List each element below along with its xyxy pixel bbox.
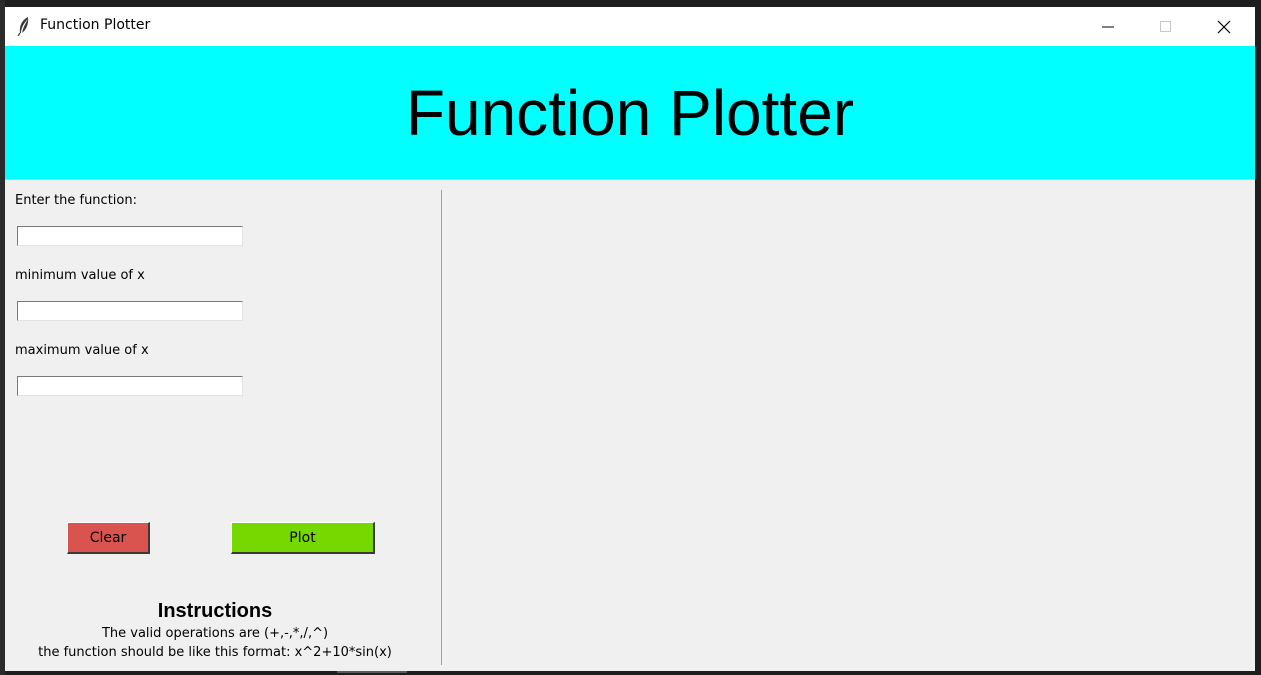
taskbar-indicator [337, 671, 407, 673]
desktop: Function Plotter Function Plotter Enter … [0, 0, 1261, 675]
banner-title: Function Plotter [405, 76, 855, 149]
plot-button-label: Plot [289, 529, 316, 546]
close-button[interactable] [1195, 7, 1253, 46]
clear-button-label: Clear [89, 529, 127, 546]
function-input[interactable] [17, 226, 243, 246]
title-bar[interactable]: Function Plotter [5, 7, 1255, 46]
instructions-title: Instructions [157, 600, 273, 622]
max-x-input[interactable] [17, 376, 243, 396]
plot-canvas[interactable] [443, 180, 1255, 671]
header-banner: Function Plotter [5, 46, 1255, 179]
minimize-icon [1102, 26, 1114, 27]
close-icon [1217, 20, 1231, 33]
minimize-button[interactable] [1079, 7, 1137, 46]
function-label: Enter the function: [15, 193, 137, 208]
clear-button[interactable]: Clear [67, 522, 150, 554]
window-title: Function Plotter [40, 17, 151, 33]
maximize-icon [1160, 20, 1171, 32]
min-x-label: minimum value of x [15, 268, 145, 283]
instructions-operations: The valid operations are (+,-,*,/,^) [101, 626, 329, 641]
instructions-format: the function should be like this format:… [38, 645, 392, 660]
max-x-label: maximum value of x [15, 343, 149, 358]
app-window: Function Plotter Function Plotter Enter … [5, 7, 1255, 671]
plot-button[interactable]: Plot [231, 522, 375, 554]
feather-icon [17, 17, 29, 36]
min-x-input[interactable] [17, 301, 243, 321]
panel-divider [441, 190, 442, 665]
maximize-button[interactable] [1137, 7, 1195, 46]
